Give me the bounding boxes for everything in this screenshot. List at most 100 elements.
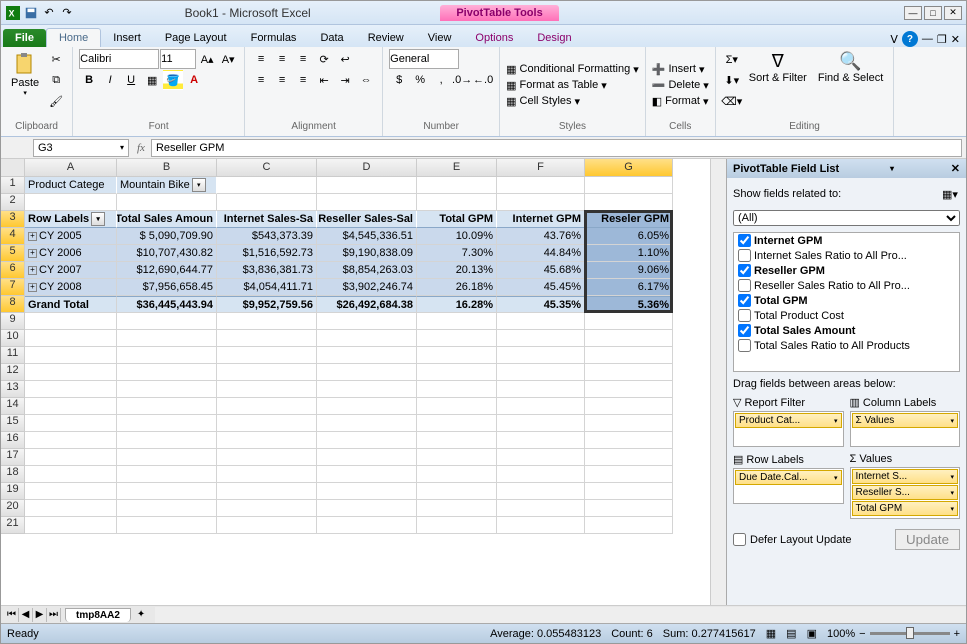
field-total-sales-ratio-to-all-products[interactable]: Total Sales Ratio to All Products <box>734 338 959 353</box>
cell-20-C[interactable] <box>217 500 317 517</box>
field-list[interactable]: Internet GPMInternet Sales Ratio to All … <box>733 232 960 372</box>
area-vals-box[interactable]: Internet S...▾Reseller S...▾Total GPM▾ <box>850 467 961 519</box>
cell-1-C[interactable] <box>217 177 317 194</box>
cell-21-B[interactable] <box>117 517 217 534</box>
shrink-font-icon[interactable]: A▾ <box>218 49 238 69</box>
row-header-11[interactable]: 11 <box>1 347 25 364</box>
rowlabel-1[interactable]: +CY 2006 <box>25 245 117 262</box>
row-header-10[interactable]: 10 <box>1 330 25 347</box>
decrease-decimal-icon[interactable]: ←.0 <box>473 70 493 90</box>
field-checkbox[interactable] <box>738 309 751 322</box>
row-header-21[interactable]: 21 <box>1 517 25 534</box>
find-select-button[interactable]: 🔍Find & Select <box>814 49 887 86</box>
maximize-button[interactable]: □ <box>924 6 942 20</box>
cut-icon[interactable]: ✂ <box>46 49 66 69</box>
row-header-19[interactable]: 19 <box>1 483 25 500</box>
delete-cells-button[interactable]: ➖ Delete ▾ <box>652 78 709 93</box>
cell-13-D[interactable] <box>317 381 417 398</box>
row-header-9[interactable]: 9 <box>1 313 25 330</box>
cell-14-C[interactable] <box>217 398 317 415</box>
expand-icon[interactable]: + <box>28 249 37 258</box>
cell-1-E[interactable] <box>417 177 497 194</box>
insert-cells-button[interactable]: ➕ Insert ▾ <box>652 62 705 77</box>
cell-17-G[interactable] <box>585 449 673 466</box>
cell-10-D[interactable] <box>317 330 417 347</box>
tab-file[interactable]: File <box>3 29 46 47</box>
field-total-product-cost[interactable]: Total Product Cost <box>734 308 959 323</box>
cell-14-D[interactable] <box>317 398 417 415</box>
cell-11-B[interactable] <box>117 347 217 364</box>
cell-2-C[interactable] <box>217 194 317 211</box>
format-painter-icon[interactable]: 🖌 <box>46 91 66 111</box>
cell-12-C[interactable] <box>217 364 317 381</box>
cell-11-G[interactable] <box>585 347 673 364</box>
cell-9-C[interactable] <box>217 313 317 330</box>
field-checkbox[interactable] <box>738 279 751 292</box>
data-2-1[interactable]: $3,836,381.73 <box>217 262 317 279</box>
header-5[interactable]: Internet GPM <box>497 211 585 228</box>
cell-13-E[interactable] <box>417 381 497 398</box>
chip-reseller-s---[interactable]: Reseller S...▾ <box>852 485 959 500</box>
data-3-4[interactable]: 45.45% <box>497 279 585 296</box>
cell-18-G[interactable] <box>585 466 673 483</box>
header-2[interactable]: Internet Sales-Sa <box>217 211 317 228</box>
total-3[interactable]: 16.28% <box>417 296 497 313</box>
header-0[interactable]: Row Labels▾ <box>25 211 117 228</box>
cell-2-F[interactable] <box>497 194 585 211</box>
cell-21-E[interactable] <box>417 517 497 534</box>
align-top-icon[interactable]: ≡ <box>251 49 271 69</box>
data-3-2[interactable]: $3,902,246.74 <box>317 279 417 296</box>
increase-decimal-icon[interactable]: .0→ <box>452 70 472 90</box>
sheet-tab[interactable]: tmp8AA2 <box>65 608 131 622</box>
chip-sigma-values[interactable]: Σ Values▾ <box>852 413 959 428</box>
row-header-12[interactable]: 12 <box>1 364 25 381</box>
header-4[interactable]: Total GPM <box>417 211 497 228</box>
field-checkbox[interactable] <box>738 234 751 247</box>
decrease-indent-icon[interactable]: ⇤ <box>314 70 334 90</box>
autosum-icon[interactable]: Σ▾ <box>722 49 742 69</box>
col-header-F[interactable]: F <box>497 159 585 177</box>
cell-2-E[interactable] <box>417 194 497 211</box>
field-total-gpm[interactable]: Total GPM <box>734 293 959 308</box>
filter-value-cell[interactable]: Mountain Bike▾ <box>117 177 217 194</box>
comma-icon[interactable]: , <box>431 70 451 90</box>
header-6[interactable]: Reseler GPM <box>585 211 673 228</box>
total-2[interactable]: $26,492,684.38 <box>317 296 417 313</box>
number-format-select[interactable] <box>389 49 459 69</box>
cell-11-E[interactable] <box>417 347 497 364</box>
align-middle-icon[interactable]: ≡ <box>272 49 292 69</box>
cell-13-F[interactable] <box>497 381 585 398</box>
cell-17-A[interactable] <box>25 449 117 466</box>
tab-options[interactable]: Options <box>463 29 525 47</box>
align-right-icon[interactable]: ≡ <box>293 70 313 90</box>
cell-19-A[interactable] <box>25 483 117 500</box>
cell-20-G[interactable] <box>585 500 673 517</box>
cell-10-C[interactable] <box>217 330 317 347</box>
row-header-6[interactable]: 6 <box>1 262 25 279</box>
data-0-1[interactable]: $543,373.39 <box>217 228 317 245</box>
row-header-14[interactable]: 14 <box>1 398 25 415</box>
workbook-restore-icon[interactable]: ❐ <box>937 33 947 46</box>
row-header-1[interactable]: 1 <box>1 177 25 194</box>
zoom-out-icon[interactable]: − <box>859 628 865 640</box>
field-total-sales-amount[interactable]: Total Sales Amount <box>734 323 959 338</box>
rowlabel-2[interactable]: +CY 2007 <box>25 262 117 279</box>
copy-icon[interactable]: ⧉ <box>46 70 66 90</box>
cell-2-D[interactable] <box>317 194 417 211</box>
zoom-slider[interactable] <box>870 632 950 635</box>
row-header-13[interactable]: 13 <box>1 381 25 398</box>
cell-12-B[interactable] <box>117 364 217 381</box>
merge-icon[interactable]: ⇔ <box>356 70 376 90</box>
field-internet-gpm[interactable]: Internet GPM <box>734 233 959 248</box>
cell-1-F[interactable] <box>497 177 585 194</box>
field-reseller-sales-ratio-to-all-pro---[interactable]: Reseller Sales Ratio to All Pro... <box>734 278 959 293</box>
area-cols-box[interactable]: Σ Values▾ <box>850 411 961 447</box>
cell-1-D[interactable] <box>317 177 417 194</box>
cell-13-C[interactable] <box>217 381 317 398</box>
row-header-18[interactable]: 18 <box>1 466 25 483</box>
data-2-2[interactable]: $8,854,263.03 <box>317 262 417 279</box>
tab-data[interactable]: Data <box>308 29 355 47</box>
cell-13-B[interactable] <box>117 381 217 398</box>
header-1[interactable]: Total Sales Amoun <box>117 211 217 228</box>
minimize-ribbon-icon[interactable]: ᐯ <box>890 33 898 46</box>
